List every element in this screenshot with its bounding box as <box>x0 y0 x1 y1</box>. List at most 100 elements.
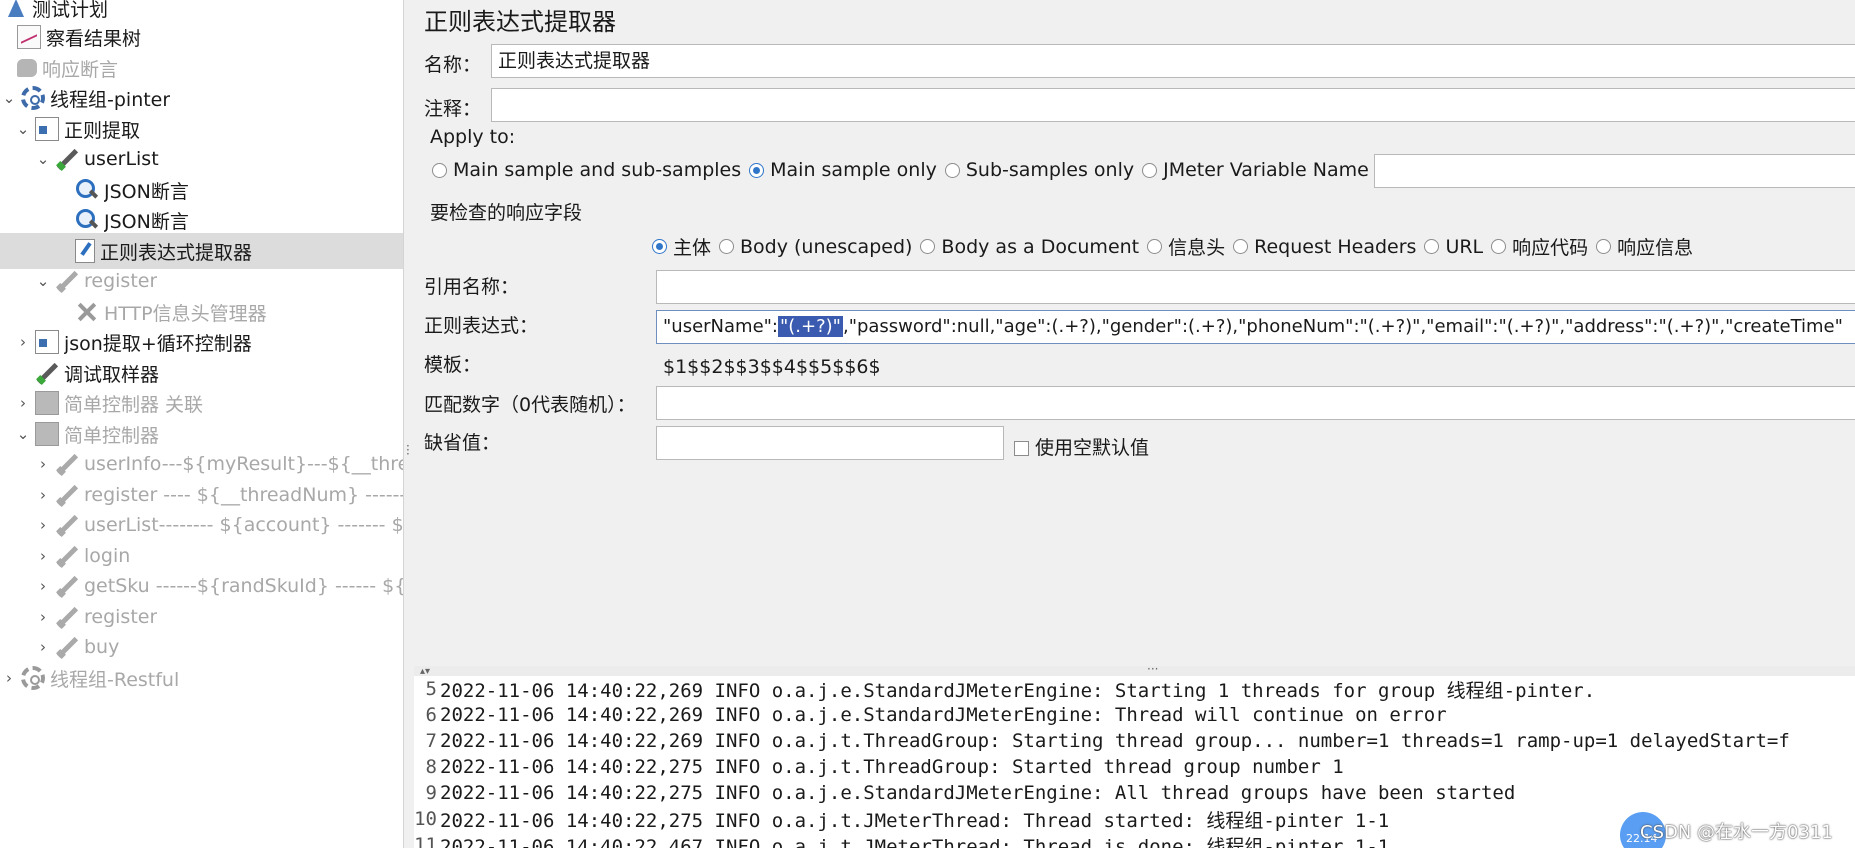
tree-node-label: register <box>84 270 158 292</box>
name-field[interactable]: 正则表达式提取器 <box>491 44 1855 78</box>
tree-node-label: 响应断言 <box>42 58 119 81</box>
tree-node-label: JSON断言 <box>104 180 189 203</box>
jmeter-variable-name-field[interactable] <box>1374 154 1855 188</box>
log-line: 6 2022-11-06 14:40:22,269 INFO o.a.j.e.S… <box>414 702 1447 728</box>
regex-text-before: "userName": <box>663 316 778 337</box>
radio-response-message[interactable]: 响应信息 <box>1596 233 1693 260</box>
tree-node-label: 简单控制器 关联 <box>64 393 204 416</box>
log-line-number: 5 <box>425 678 437 700</box>
log-line-text: 2022-11-06 14:40:22,467 INFO o.a.j.t.JMe… <box>440 835 1390 848</box>
vertical-splitter[interactable]: · · · <box>404 0 414 848</box>
radio-label: URL <box>1445 235 1484 258</box>
default-value-field[interactable] <box>656 426 1004 460</box>
magnifier-icon <box>75 178 99 202</box>
chevron-right-icon[interactable]: › <box>34 577 52 595</box>
simple-controller-icon <box>35 391 59 415</box>
splitter-grip-icon: ··· <box>406 439 410 461</box>
log-line-number: 8 <box>425 756 437 778</box>
log-line-number: 6 <box>425 704 437 726</box>
regex-field[interactable]: "userName": "(.+?)" ,"password":null,"age"… <box>656 310 1855 344</box>
radio-response-code[interactable]: 响应代码 <box>1491 233 1588 260</box>
regex-label: 正则表达式： <box>424 315 539 337</box>
log-line-text: 2022-11-06 14:40:22,269 INFO o.a.j.e.Sta… <box>440 679 1596 702</box>
sampler-pen-icon <box>55 635 79 659</box>
log-line-text: 2022-11-06 14:40:22,269 INFO o.a.j.e.Sta… <box>440 704 1447 726</box>
gear-icon <box>21 666 45 690</box>
tree-node-label: register <box>84 606 158 628</box>
match-number-label: 匹配数字（0代表随机）： <box>424 394 636 416</box>
use-empty-default-checkbox[interactable]: 使用空默认值 <box>1014 433 1149 460</box>
chevron-right-icon[interactable]: › <box>34 516 52 534</box>
template-label: 模板： <box>424 354 482 376</box>
tree-node-label: 正则提取 <box>64 119 141 142</box>
log-line-number: 11 <box>414 834 437 848</box>
chevron-down-icon[interactable]: ⌄ <box>0 89 18 107</box>
log-splitter[interactable]: ▴▾ ··· <box>414 663 1855 677</box>
radio-dot <box>1142 162 1158 178</box>
radio-request-headers[interactable]: Request Headers <box>1233 236 1416 258</box>
chevron-down-icon[interactable]: ⌄ <box>34 150 52 168</box>
radio-label: 响应信息 <box>1617 237 1694 259</box>
tree-node-label: userInfo---${myResult}---${__threadN <box>84 453 403 475</box>
sampler-pen-icon <box>55 544 79 568</box>
chevron-down-icon[interactable]: ⌄ <box>34 272 52 290</box>
reference-name-field[interactable] <box>656 270 1855 304</box>
tree-node-label: register ---- ${__threadNum} -------- <box>84 484 403 506</box>
radio-label: Body as a Document <box>941 235 1140 258</box>
chevron-right-icon[interactable]: › <box>14 394 32 412</box>
regex-text-after: ,"password":null,"age":(.+?),"gender":(.… <box>842 316 1843 337</box>
tree-node-label: 察看结果树 <box>46 27 142 50</box>
radio-main-sample-only[interactable]: Main sample only <box>749 159 937 181</box>
field-to-check-radio-group: 主体 Body (unescaped) Body as a Document 信… <box>652 233 1701 260</box>
chevron-right-icon[interactable]: › <box>34 547 52 565</box>
radio-dot <box>1233 239 1249 254</box>
tree-node-label: 线程组-Restful <box>50 668 180 691</box>
log-line-text: 2022-11-06 14:40:22,275 INFO o.a.j.e.Sta… <box>440 782 1516 804</box>
radio-body-unescaped[interactable]: Body (unescaped) <box>719 236 912 258</box>
match-number-field[interactable] <box>656 386 1855 420</box>
radio-dot <box>1424 239 1440 254</box>
chevron-right-icon[interactable]: › <box>14 333 32 351</box>
radio-response-headers[interactable]: 信息头 <box>1147 233 1225 260</box>
log-line: 9 2022-11-06 14:40:22,275 INFO o.a.j.e.S… <box>414 780 1516 806</box>
radio-body-as-document[interactable]: Body as a Document <box>920 236 1139 258</box>
log-line: 11 2022-11-06 14:40:22,467 INFO o.a.j.t.… <box>414 832 1389 848</box>
sampler-pen-icon <box>55 269 79 293</box>
chevron-down-icon[interactable]: ⌄ <box>14 425 32 443</box>
chart-icon <box>17 25 41 49</box>
template-field[interactable]: $1$$2$$3$$4$$5$$6$ <box>656 350 1855 384</box>
name-label: 名称： <box>424 54 482 76</box>
test-plan-tree[interactable]: 测试计划 察看结果树 响应断言 ⌄ 线程组-pinter ⌄ 正则提取 ⌄ us… <box>0 0 404 848</box>
tree-node-thread-group-restful[interactable]: › 线程组-Restful <box>0 660 403 696</box>
default-value-label: 缺省值： <box>424 432 501 454</box>
tree-node-label: userList-------- ${account} ------- ${ <box>84 514 403 536</box>
tools-icon <box>75 300 99 324</box>
log-line-text: 2022-11-06 14:40:22,269 INFO o.a.j.t.Thr… <box>440 730 1790 752</box>
magnifier-icon <box>75 208 99 232</box>
tree-node-label: userList <box>84 148 159 170</box>
radio-dot <box>944 162 960 178</box>
chevron-down-icon[interactable]: ⌄ <box>14 120 32 138</box>
sampler-pen-icon <box>55 605 79 629</box>
tree-node-label: HTTP信息头管理器 <box>104 302 267 325</box>
log-line: 5 2022-11-06 14:40:22,269 INFO o.a.j.e.S… <box>414 676 1596 702</box>
radio-label: 信息头 <box>1168 237 1226 259</box>
chevron-right-icon[interactable]: › <box>0 669 18 687</box>
log-line: 7 2022-11-06 14:40:22,269 INFO o.a.j.t.T… <box>414 728 1790 754</box>
radio-dot <box>1596 239 1612 254</box>
chevron-right-icon[interactable]: › <box>34 486 52 504</box>
radio-main-and-sub-samples[interactable]: Main sample and sub-samples <box>432 159 741 181</box>
log-line-text: 2022-11-06 14:40:22,275 INFO o.a.j.t.Thr… <box>440 756 1344 778</box>
chevron-right-icon[interactable]: › <box>34 455 52 473</box>
radio-label: Request Headers <box>1254 235 1417 258</box>
chevron-right-icon[interactable]: › <box>34 638 52 656</box>
tree-node-label: JSON断言 <box>104 210 189 233</box>
flask-icon <box>3 0 27 20</box>
radio-url[interactable]: URL <box>1424 236 1483 258</box>
sampler-pen-icon <box>55 483 79 507</box>
comment-field[interactable] <box>491 88 1855 122</box>
tree-node-label: 简单控制器 <box>64 424 160 447</box>
chevron-right-icon[interactable]: › <box>34 608 52 626</box>
radio-sub-samples-only[interactable]: Sub-samples only <box>944 159 1134 181</box>
radio-body[interactable]: 主体 <box>652 233 711 260</box>
